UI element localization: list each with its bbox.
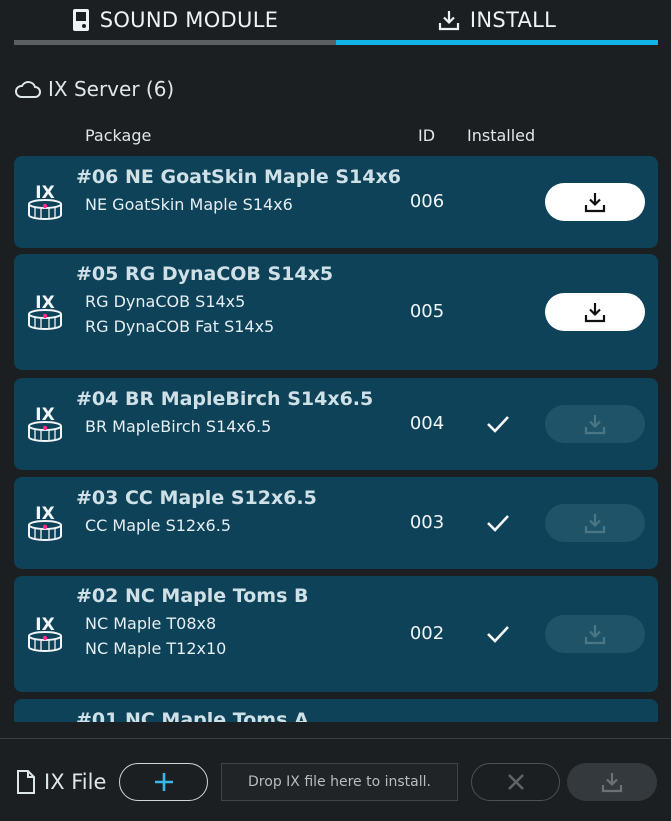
close-icon (507, 774, 524, 790)
checkmark-icon (487, 416, 509, 433)
package-row: IX #06 NE GoatSkin Maple S14x6 NE GoatSk… (14, 156, 658, 248)
package-id: 005 (409, 301, 445, 322)
package-item: CC Maple S12x6.5 (85, 516, 231, 535)
package-item: BR MapleBirch S14x6.5 (85, 417, 272, 436)
package-title: #04 BR MapleBirch S14x6.5 (76, 388, 374, 410)
package-id: 002 (409, 623, 445, 644)
package-title: #05 RG DynaCOB S14x5 (76, 263, 334, 285)
download-icon (584, 415, 606, 435)
tab-install[interactable]: INSTALL (336, 0, 658, 40)
package-item: RG DynaCOB S14x5 (85, 292, 246, 311)
checkmark-icon (487, 515, 509, 532)
package-item: NE GoatSkin Maple S14x6 (85, 195, 293, 214)
package-title: #03 CC Maple S12x6.5 (76, 487, 317, 509)
add-file-button[interactable] (119, 763, 208, 801)
ix-drum-icon: IX (26, 180, 64, 224)
column-header-package: Package (85, 126, 152, 145)
ix-drum-icon: IX (26, 612, 64, 656)
ix-file-label: IX File (16, 765, 106, 799)
checkmark-icon (487, 626, 509, 643)
package-list[interactable]: IX #06 NE GoatSkin Maple S14x6 NE GoatSk… (14, 156, 658, 722)
package-title: #01 NC Maple Toms A (76, 709, 309, 722)
install-button-disabled (545, 504, 645, 542)
cloud-icon (14, 79, 42, 99)
package-id: 003 (409, 512, 445, 533)
ix-file-text: IX File (44, 770, 107, 794)
ix-drum-icon: IX (26, 501, 64, 545)
server-header: IX Server (6) (14, 74, 174, 104)
ix-drum-icon: IX (26, 402, 64, 446)
install-file-button[interactable] (567, 763, 657, 801)
package-row: IX #04 BR MapleBirch S14x6.5 BR MapleBir… (14, 378, 658, 470)
drop-zone[interactable]: Drop IX file here to install. (221, 763, 458, 801)
footer-divider (0, 738, 671, 739)
tab-install-label: INSTALL (469, 8, 557, 32)
download-icon (601, 773, 623, 793)
package-row: IX #02 NC Maple Toms B NC Maple T08x8 NC… (14, 576, 658, 692)
package-row: #01 NC Maple Toms A (14, 699, 658, 722)
tab-underline-inactive (14, 40, 336, 45)
install-button[interactable] (545, 293, 645, 331)
package-item: NC Maple T08x8 (85, 614, 217, 633)
tab-bar: SOUND MODULE INSTALL (0, 0, 671, 46)
ix-drum-icon: IX (26, 290, 64, 334)
install-button-disabled (545, 615, 645, 653)
package-item: NC Maple T12x10 (85, 639, 227, 658)
package-id: 004 (409, 413, 445, 434)
server-label: IX Server (6) (48, 77, 175, 101)
package-id: 006 (409, 191, 445, 212)
package-row: IX #03 CC Maple S12x6.5 CC Maple S12x6.5… (14, 477, 658, 569)
tab-sound-module-label: SOUND MODULE (99, 8, 279, 32)
tab-sound-module[interactable]: SOUND MODULE (14, 0, 336, 40)
download-icon (584, 193, 606, 213)
download-icon (584, 514, 606, 534)
install-button[interactable] (545, 183, 645, 221)
column-header-id: ID (418, 126, 436, 145)
column-header-installed: Installed (467, 126, 536, 145)
download-icon (584, 625, 606, 645)
package-title: #06 NE GoatSkin Maple S14x6 (76, 166, 401, 188)
package-row: IX #05 RG DynaCOB S14x5 RG DynaCOB S14x5… (14, 254, 658, 370)
package-title: #02 NC Maple Toms B (76, 585, 309, 607)
clear-button[interactable] (471, 763, 560, 801)
device-icon (72, 8, 90, 32)
download-icon (584, 303, 606, 323)
package-item: RG DynaCOB Fat S14x5 (85, 317, 275, 336)
tab-underline-active (336, 40, 658, 45)
plus-icon (154, 773, 173, 791)
download-tray-icon (438, 9, 460, 31)
install-button-disabled (545, 405, 645, 443)
file-icon (16, 770, 36, 794)
